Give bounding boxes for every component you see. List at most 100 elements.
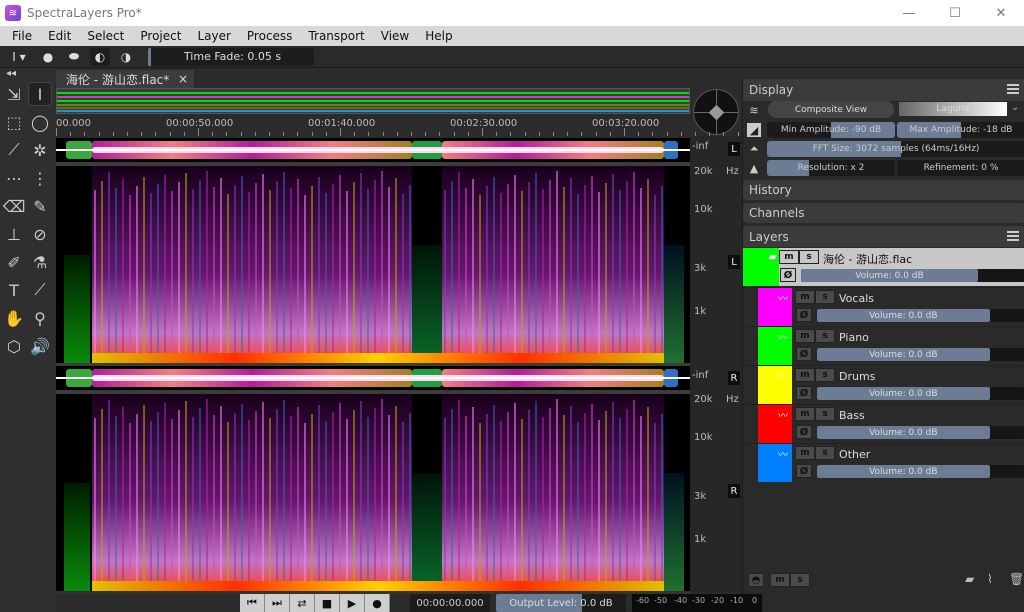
history-panel-header[interactable]: History bbox=[743, 180, 1024, 200]
vertical-line-icon[interactable]: ⋮ bbox=[28, 166, 52, 190]
volume-slider[interactable]: Volume: 0.0 dB bbox=[817, 309, 1024, 322]
layer-color-swatch[interactable]: 〰 bbox=[758, 444, 792, 482]
intersect-circle-icon[interactable]: ◑ bbox=[116, 48, 136, 66]
root-layer-name[interactable]: 海伦 - 游山恋.flac bbox=[823, 251, 912, 267]
close-tab-icon[interactable]: × bbox=[178, 72, 188, 86]
channel-badge-left[interactable]: L bbox=[728, 142, 740, 156]
mute-button[interactable]: m bbox=[795, 329, 815, 343]
spray-icon[interactable]: ⚗ bbox=[28, 250, 52, 274]
volume-slider[interactable]: Volume: 0.0 dB bbox=[817, 426, 1024, 439]
solo-button[interactable]: s bbox=[815, 446, 835, 460]
min-amplitude-slider[interactable]: Min Amplitude: -90 dB bbox=[767, 122, 895, 138]
resolution-slider[interactable]: Resolution: x 2 bbox=[767, 160, 895, 176]
play-icon[interactable]: ▶ bbox=[340, 594, 365, 612]
display-panel-header[interactable]: Display bbox=[743, 79, 1024, 101]
solo-button[interactable]: s bbox=[815, 290, 835, 304]
lasso-icon[interactable]: ◯ bbox=[28, 110, 52, 134]
volume-slider[interactable]: Volume: 0.0 dB bbox=[817, 348, 1024, 361]
text-icon[interactable]: T bbox=[2, 278, 26, 302]
max-amplitude-slider[interactable]: Max Amplitude: -18 dB bbox=[897, 122, 1024, 138]
new-group-icon[interactable]: ▰ bbox=[965, 572, 974, 586]
menu-process[interactable]: Process bbox=[247, 29, 293, 43]
phase-invert-button[interactable]: Ø bbox=[780, 268, 796, 282]
solo-button[interactable]: s bbox=[815, 407, 835, 421]
stop-icon[interactable]: ■ bbox=[315, 594, 340, 612]
double-circle-icon[interactable]: ⬬ bbox=[64, 48, 84, 66]
cube-icon[interactable]: ⬡ bbox=[2, 334, 26, 358]
mute-button[interactable]: m bbox=[779, 250, 799, 264]
channel-badge-right[interactable]: R bbox=[728, 371, 740, 385]
zoom-icon[interactable]: ⚲ bbox=[28, 306, 52, 330]
highlighter-icon[interactable]: ✎ bbox=[28, 194, 52, 218]
time-fade-field[interactable]: Time Fade: 0.05 s bbox=[148, 47, 314, 66]
stamp-icon[interactable]: ⊥ bbox=[2, 222, 26, 246]
eraser-icon[interactable]: ⌫ bbox=[2, 194, 26, 218]
menu-icon[interactable] bbox=[1007, 84, 1019, 94]
menu-select[interactable]: Select bbox=[87, 29, 124, 43]
brush-select-icon[interactable]: ⟋ bbox=[2, 138, 26, 162]
waveform-right[interactable] bbox=[56, 366, 690, 390]
solo-all-button[interactable]: s bbox=[790, 573, 810, 587]
layers-panel-header[interactable]: Layers bbox=[743, 226, 1024, 247]
channel-badge-left[interactable]: L bbox=[728, 255, 740, 269]
pipette-icon[interactable]: ⟋ bbox=[28, 278, 52, 302]
time-ruler[interactable]: 00.000 00:00:50.000 00:01:40.000 00:02:3… bbox=[56, 114, 952, 136]
refinement-slider[interactable]: Refinement: 0 % bbox=[897, 160, 1024, 176]
navigator-cube-icon[interactable] bbox=[708, 104, 725, 121]
speaker-icon[interactable]: 🔊 bbox=[28, 334, 52, 358]
mute-all-button[interactable]: m bbox=[770, 573, 790, 587]
minimize-button[interactable]: — bbox=[886, 0, 932, 26]
maximize-button[interactable]: ☐ bbox=[932, 0, 978, 26]
menu-transport[interactable]: Transport bbox=[308, 29, 364, 43]
layer-name[interactable]: Bass bbox=[839, 409, 865, 422]
phase-invert-button[interactable]: Ø bbox=[796, 308, 812, 322]
chevron-down-icon[interactable]: ⌄ bbox=[1011, 102, 1019, 113]
phase-invert-button[interactable]: Ø bbox=[796, 464, 812, 478]
menu-project[interactable]: Project bbox=[140, 29, 181, 43]
dotted-line-icon[interactable]: ⋯ bbox=[2, 166, 26, 190]
paint-bucket-icon[interactable]: ◓ bbox=[748, 573, 764, 587]
new-layer-icon[interactable]: ⌇ bbox=[987, 572, 993, 586]
overlap-circle-icon[interactable]: ◐ bbox=[90, 47, 110, 66]
solo-button[interactable]: s bbox=[815, 368, 835, 382]
spectrogram-right[interactable] bbox=[56, 394, 690, 591]
channel-badge-right[interactable]: R bbox=[728, 484, 740, 498]
view-navigator[interactable] bbox=[693, 89, 739, 135]
skip-forward-icon[interactable]: ⏭ bbox=[265, 594, 290, 612]
menu-edit[interactable]: Edit bbox=[48, 29, 71, 43]
channels-panel-header[interactable]: Channels bbox=[743, 203, 1024, 223]
layer-name[interactable]: Drums bbox=[839, 370, 875, 383]
layer-color-swatch[interactable]: 〰 bbox=[758, 405, 792, 443]
pencil-icon[interactable]: ✐ bbox=[2, 250, 26, 274]
waveform-left[interactable] bbox=[56, 138, 690, 162]
mute-button[interactable]: m bbox=[795, 446, 815, 460]
phase-invert-button[interactable]: Ø bbox=[796, 425, 812, 439]
loop-icon[interactable]: ⇄ bbox=[290, 594, 315, 612]
phase-invert-button[interactable]: Ø bbox=[796, 386, 812, 400]
layer-color-swatch[interactable]: 〰 bbox=[758, 327, 792, 365]
mute-button[interactable]: m bbox=[795, 407, 815, 421]
mute-button[interactable]: m bbox=[795, 290, 815, 304]
fft-size-slider[interactable]: FFT Size: 3072 samples (64ms/16Hz) bbox=[767, 141, 1024, 157]
collapse-icon[interactable]: ◂◂ bbox=[6, 68, 16, 79]
menu-view[interactable]: View bbox=[381, 29, 409, 43]
move-icon[interactable]: ⇲ bbox=[2, 82, 26, 106]
output-level-slider[interactable]: Output Level: 0.0 dB bbox=[496, 594, 626, 612]
single-circle-icon[interactable]: ● bbox=[38, 48, 58, 66]
phase-invert-button[interactable]: Ø bbox=[796, 347, 812, 361]
time-select-icon[interactable]: I bbox=[28, 82, 52, 106]
menu-icon[interactable] bbox=[1007, 231, 1019, 241]
layer-color-swatch[interactable]: 〰 bbox=[758, 366, 792, 404]
menu-layer[interactable]: Layer bbox=[197, 29, 230, 43]
spectrogram-left[interactable] bbox=[56, 166, 690, 363]
record-icon[interactable]: ● bbox=[365, 594, 390, 612]
skip-back-icon[interactable]: ⏮ bbox=[240, 594, 265, 612]
menu-help[interactable]: Help bbox=[425, 29, 452, 43]
close-button[interactable]: ✕ bbox=[978, 0, 1024, 26]
layer-color-swatch[interactable]: 〰 bbox=[758, 288, 792, 326]
trash-icon[interactable]: 🗑 bbox=[1009, 572, 1024, 586]
mute-button[interactable]: m bbox=[795, 368, 815, 382]
solo-button[interactable]: s bbox=[799, 250, 819, 264]
layer-name[interactable]: Other bbox=[839, 448, 870, 461]
volume-slider[interactable]: Volume: 0.0 dB bbox=[801, 269, 1024, 282]
